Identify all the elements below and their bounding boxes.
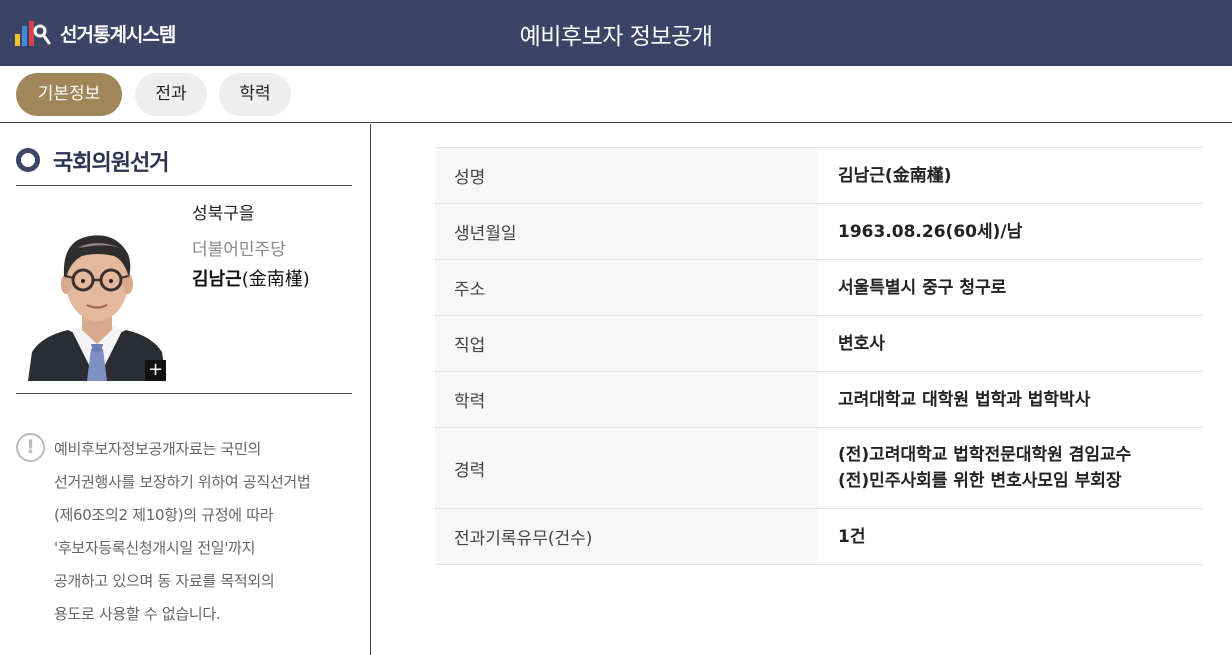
notice-line: (제60조의2 제10항)의 규정에 따라 bbox=[54, 506, 274, 524]
row-label-address: 주소 bbox=[435, 259, 818, 316]
profile-divider bbox=[16, 393, 352, 394]
candidate-name: 김남근 bbox=[192, 269, 242, 290]
section-header: 국회의원선거 bbox=[16, 148, 352, 186]
notice-line: 선거권행사를 보장하기 위하여 공직선거법 bbox=[54, 473, 311, 491]
candidate-name-hanja: (金南槿) bbox=[241, 269, 310, 290]
circle-bullet-icon bbox=[16, 148, 40, 172]
notice-line: 공개하고 있으며 동 자료를 목적외의 bbox=[54, 572, 275, 590]
table-row: 주소 서울특별시 중구 청구로 bbox=[435, 259, 1203, 316]
value-line: 변호사 bbox=[838, 333, 885, 354]
row-value-name: 김남근(金南槿) bbox=[818, 147, 1203, 204]
candidate-district: 성북구을 bbox=[192, 204, 255, 224]
candidate-name-block: 김남근(金南槿) bbox=[192, 265, 310, 291]
row-label-occupation: 직업 bbox=[435, 315, 818, 372]
tab-criminal-record[interactable]: 전과 bbox=[135, 73, 207, 116]
row-value-career: (전)고려대학교 법학전문대학원 겸임교수 (전)민주사회를 위한 변호사모임 … bbox=[818, 427, 1203, 509]
row-label-education: 학력 bbox=[435, 371, 818, 428]
candidate-photo[interactable]: + bbox=[28, 204, 166, 381]
candidate-portrait-image bbox=[28, 204, 166, 381]
row-value-education: 고려대학교 대학원 법학과 법학박사 bbox=[818, 371, 1203, 428]
value-line: (전)민주사회를 위한 변호사모임 부회장 bbox=[838, 471, 1122, 491]
tab-basic-info[interactable]: 기본정보 bbox=[16, 73, 122, 116]
page-title: 예비후보자 정보공개 bbox=[519, 24, 713, 50]
value-line: 1963.08.26(60세)/남 bbox=[838, 221, 1023, 242]
row-value-address: 서울특별시 중구 청구로 bbox=[818, 259, 1203, 316]
row-label-name: 성명 bbox=[435, 147, 818, 204]
table-row: 전과기록유무(건수) 1건 bbox=[435, 508, 1203, 565]
value-line: 김남근(金南槿) bbox=[838, 165, 952, 186]
tab-bar: 기본정보 전과 학력 bbox=[0, 66, 1232, 123]
table-row: 성명 김남근(金南槿) bbox=[435, 147, 1203, 204]
notice-line: '후보자등록신청개시일 전일'까지 bbox=[54, 539, 256, 557]
value-line: 서울특별시 중구 청구로 bbox=[838, 277, 1007, 298]
value-line: 고려대학교 대학원 법학과 법학박사 bbox=[838, 389, 1091, 410]
row-label-criminal-record: 전과기록유무(건수) bbox=[435, 508, 818, 565]
row-label-birthdate: 생년월일 bbox=[435, 203, 818, 260]
top-header: 선거통계시스템 예비후보자 정보공개 bbox=[0, 0, 1232, 66]
notice-line: 용도로 사용할 수 없습니다. bbox=[54, 605, 221, 623]
row-value-birthdate: 1963.08.26(60세)/남 bbox=[818, 203, 1203, 260]
table-row: 경력 (전)고려대학교 법학전문대학원 겸임교수 (전)민주사회를 위한 변호사… bbox=[435, 427, 1203, 509]
table-row: 직업 변호사 bbox=[435, 315, 1203, 372]
notice-text: 예비후보자정보공개자료는 국민의 선거권행사를 보장하기 위하여 공직선거법 (… bbox=[54, 433, 359, 631]
enlarge-photo-button[interactable]: + bbox=[145, 360, 166, 381]
table-row: 학력 고려대학교 대학원 법학과 법학박사 bbox=[435, 371, 1203, 428]
row-label-career: 경력 bbox=[435, 427, 818, 509]
notice-line: 예비후보자정보공개자료는 국민의 bbox=[54, 440, 261, 458]
candidate-party: 더불어민주당 bbox=[192, 240, 286, 260]
sidebar: 국회의원선거 + 성북구을 더불어민주당 김남근(金南槿) ! 예비후보자정보공… bbox=[0, 124, 371, 655]
tab-education[interactable]: 학력 bbox=[219, 73, 291, 116]
table-row: 생년월일 1963.08.26(60세)/남 bbox=[435, 203, 1203, 260]
value-line: 1건 bbox=[838, 526, 866, 547]
exclamation-icon: ! bbox=[16, 433, 45, 462]
row-value-criminal-record: 1건 bbox=[818, 508, 1203, 565]
row-value-occupation: 변호사 bbox=[818, 315, 1203, 372]
value-line: (전)고려대학교 법학전문대학원 겸임교수 bbox=[838, 445, 1132, 465]
candidate-info-table: 성명 김남근(金南槿) 생년월일 1963.08.26(60세)/남 주소 서울… bbox=[435, 147, 1203, 565]
section-title: 국회의원선거 bbox=[53, 151, 169, 176]
